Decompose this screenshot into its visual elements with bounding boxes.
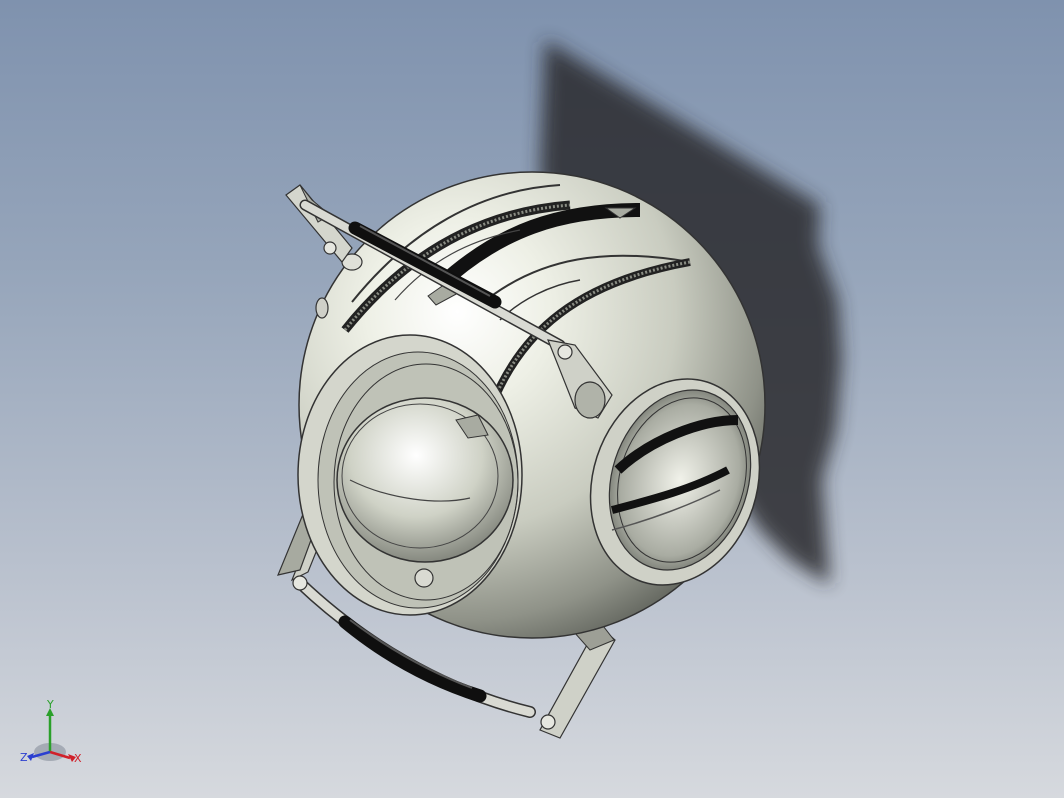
3d-model-render[interactable] — [0, 0, 1064, 798]
triad-z-label: Z — [20, 751, 28, 764]
triad-x-label: X — [74, 752, 82, 765]
triad-y-label: Y — [46, 700, 54, 711]
graphics-viewport[interactable]: Y X Z — [0, 0, 1064, 798]
coordinate-triad[interactable]: Y X Z — [18, 700, 88, 776]
